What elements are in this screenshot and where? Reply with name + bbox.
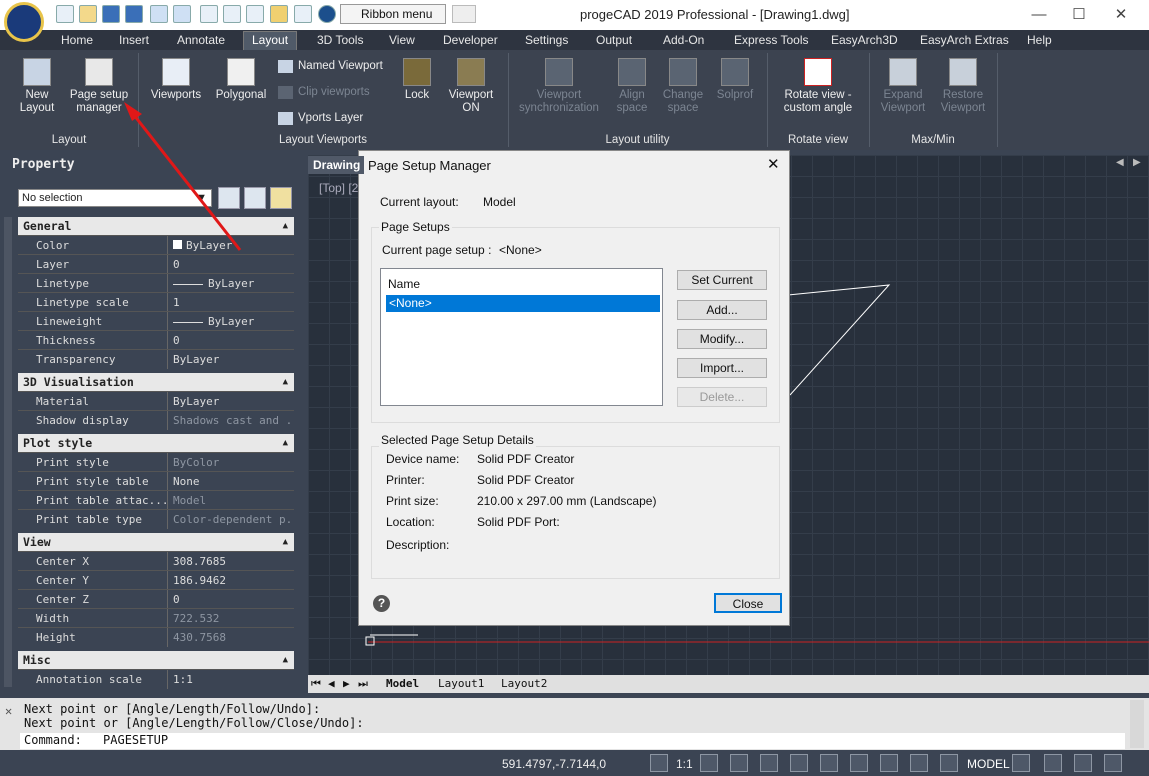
polar-icon[interactable] — [850, 754, 868, 772]
command-prompt: Command: — [24, 733, 82, 747]
command-input[interactable]: Command: PAGESETUP — [20, 733, 1125, 749]
model-space-toggle[interactable]: MODEL — [967, 757, 1010, 771]
command-close-icon[interactable]: ✕ — [5, 704, 12, 718]
clean-screen-icon[interactable] — [1044, 754, 1062, 772]
command-current: PAGESETUP — [103, 733, 169, 747]
etrack-icon[interactable] — [910, 754, 928, 772]
ucs-icon[interactable] — [650, 754, 668, 772]
app-logo-icon[interactable] — [4, 2, 44, 42]
annotation-arrow — [124, 102, 242, 251]
grid-icon[interactable] — [790, 754, 808, 772]
command-history-line: Next point or [Angle/Length/Follow/Close… — [24, 716, 364, 730]
status-bar: 591.4797,-7.7144,0 1:1 MODEL — [0, 750, 1149, 776]
ortho-icon[interactable] — [820, 754, 838, 772]
annotation-scale[interactable]: 1:1 — [676, 757, 693, 771]
settings-gear-icon[interactable] — [1012, 754, 1030, 772]
auto-scale-icon[interactable] — [730, 754, 748, 772]
command-scrollbar[interactable] — [1130, 700, 1144, 748]
monitor-icon[interactable] — [1104, 754, 1122, 772]
coordinates-readout: 591.4797,-7.7144,0 — [502, 757, 607, 771]
status-menu-icon[interactable] — [1074, 754, 1092, 772]
command-line: ✕ Next point or [Angle/Length/Follow/Und… — [0, 698, 1149, 750]
snap-icon[interactable] — [760, 754, 778, 772]
command-history-line: Next point or [Angle/Length/Follow/Undo]… — [24, 702, 321, 716]
esnap-icon[interactable] — [880, 754, 898, 772]
drawing-tab[interactable]: Drawing — [308, 156, 364, 174]
annotation-visibility-icon[interactable] — [700, 754, 718, 772]
lineweight-icon[interactable] — [940, 754, 958, 772]
